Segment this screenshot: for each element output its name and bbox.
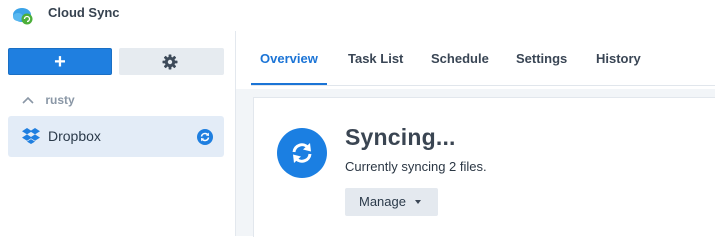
sync-icon	[277, 128, 327, 178]
manage-button-label: Manage	[359, 194, 406, 209]
group-toggle-rusty[interactable]: rusty	[22, 93, 75, 109]
title-bar: Cloud Sync	[0, 0, 715, 31]
manage-button[interactable]: Manage	[345, 188, 438, 216]
sidebar-item-label: Dropbox	[48, 128, 101, 144]
tab-schedule[interactable]: Schedule	[431, 51, 489, 66]
status-title: Syncing...	[345, 124, 456, 150]
add-connection-button[interactable]: +	[8, 48, 112, 75]
caret-down-icon	[415, 200, 421, 204]
cloud-sync-logo-icon	[12, 6, 34, 26]
plus-icon: +	[54, 50, 66, 73]
tab-bar: Overview Task List Schedule Settings His…	[236, 31, 715, 89]
dropbox-icon	[22, 128, 40, 149]
app-title: Cloud Sync	[48, 5, 120, 20]
tab-overview[interactable]: Overview	[260, 51, 318, 66]
sync-status-icon	[197, 129, 213, 150]
group-label: rusty	[45, 93, 75, 107]
gear-icon	[162, 54, 178, 70]
sidebar: + rusty Dropbox	[0, 31, 236, 236]
main-content: Overview Task List Schedule Settings His…	[236, 31, 715, 237]
tab-divider	[251, 85, 715, 86]
chevron-up-icon	[22, 93, 36, 107]
status-card: Syncing... Currently syncing 2 files. Ma…	[253, 97, 715, 237]
sidebar-item-dropbox[interactable]: Dropbox	[8, 116, 224, 157]
settings-button[interactable]	[119, 48, 224, 75]
status-subtitle: Currently syncing 2 files.	[345, 159, 487, 174]
tab-settings[interactable]: Settings	[516, 51, 567, 66]
active-tab-indicator	[251, 83, 327, 85]
tab-task-list[interactable]: Task List	[348, 51, 403, 66]
tab-history[interactable]: History	[596, 51, 641, 66]
